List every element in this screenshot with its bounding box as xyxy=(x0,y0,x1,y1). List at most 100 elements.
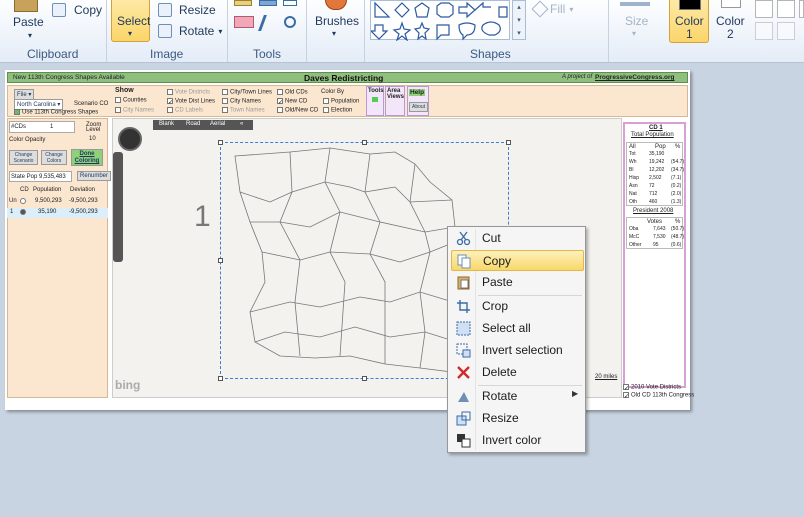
map-nav-compass[interactable] xyxy=(118,127,142,151)
table-cell: 95 xyxy=(653,242,659,248)
vote-districts-checkbox[interactable]: ✓ 2010 Vote Districts xyxy=(623,384,681,392)
table-cell: 460 xyxy=(649,199,658,205)
change-colors-button[interactable]: Change Colors xyxy=(41,150,67,165)
color-by-election[interactable]: Election xyxy=(323,107,352,114)
help-box[interactable]: Help About xyxy=(407,86,429,116)
table-cell: Wh xyxy=(629,159,637,165)
color2-button[interactable]: Color 2 xyxy=(712,0,750,43)
palette-swatch[interactable] xyxy=(777,22,795,40)
menu-item-invert-color[interactable]: Invert color xyxy=(451,430,584,451)
menu-item-delete[interactable]: Delete xyxy=(451,362,584,383)
shapes-scroll[interactable]: ▴ ▾ ▾ xyxy=(512,0,526,40)
divider xyxy=(306,0,307,62)
show-cd-labels[interactable]: CD Labels xyxy=(167,107,203,114)
invert-selection-icon xyxy=(456,343,471,358)
fill-bucket-icon[interactable] xyxy=(259,0,277,6)
brushes-button[interactable]: Brushes ▾ xyxy=(311,0,361,42)
eraser-icon[interactable] xyxy=(234,16,254,28)
zoom-slider[interactable] xyxy=(113,152,123,262)
color1-swatch xyxy=(679,0,701,10)
table-cell: Hisp xyxy=(629,175,640,181)
magnifier-icon[interactable] xyxy=(284,16,296,28)
menu-item-paste[interactable]: Paste xyxy=(451,272,584,293)
area-views-box[interactable]: Area Views xyxy=(385,86,405,116)
menu-item-copy[interactable]: Copy xyxy=(451,250,584,271)
show-counties[interactable]: Counties xyxy=(115,97,147,104)
selection-handle[interactable] xyxy=(218,258,223,263)
selection-handle[interactable] xyxy=(218,140,223,145)
change-scenario-button[interactable]: Change Scenario xyxy=(9,150,38,165)
help-link[interactable]: Help xyxy=(409,89,426,96)
size-icon xyxy=(620,2,650,6)
selection-handle[interactable] xyxy=(506,140,511,145)
selection-handle[interactable] xyxy=(362,376,367,381)
menu-item-select-all[interactable]: Select all xyxy=(451,318,584,339)
select-button[interactable]: Select ▾ xyxy=(111,0,150,42)
table-cell: Oth xyxy=(629,199,638,205)
fill-button[interactable]: Fill ▾ xyxy=(531,0,573,18)
tab-aerial[interactable]: Aerial xyxy=(210,121,225,127)
chevron-down-icon: ▾ xyxy=(128,29,133,38)
show-old-cds[interactable]: Old CDs xyxy=(277,89,308,96)
tab-blank[interactable]: Blank xyxy=(159,121,174,127)
radio-button[interactable] xyxy=(20,209,26,215)
menu-item-cut[interactable]: Cut xyxy=(451,228,584,249)
copy-button[interactable]: Copy xyxy=(52,3,102,17)
menu-item-invert-selection[interactable]: Invert selection xyxy=(451,340,584,361)
shapes-icon xyxy=(369,1,508,42)
shapes-gallery[interactable] xyxy=(369,0,510,42)
show-town-names[interactable]: Town Names xyxy=(222,107,265,114)
menu-item-resize[interactable]: Resize xyxy=(451,408,584,429)
pencil-icon[interactable] xyxy=(234,0,252,6)
cds-control[interactable]: #CDs 1 xyxy=(9,121,75,133)
palette-swatch[interactable] xyxy=(777,0,795,18)
show-vote-districts[interactable]: Vote Districts xyxy=(167,89,210,96)
group-tools-label: Tools xyxy=(253,47,282,61)
table-cell: (0.6) xyxy=(671,242,682,248)
map-type-bar[interactable]: Blank Road Aerial « xyxy=(153,120,253,130)
state-pop: State Pop 9,535,483 xyxy=(9,171,72,182)
show-vote-dist-lines[interactable]: ✓ Vote Dist Lines xyxy=(167,98,215,106)
show-city-town-lines[interactable]: City/Town Lines xyxy=(222,89,272,96)
show-city-names[interactable]: City Names xyxy=(115,107,154,114)
rotate-button[interactable]: Rotate ▾ xyxy=(158,24,222,38)
table-cell: Tot xyxy=(629,151,636,157)
show-city-names-2[interactable]: City Names xyxy=(222,98,261,105)
show-new-cd[interactable]: ✓ New CD xyxy=(277,98,307,106)
menu-item-rotate[interactable]: Rotate ▶ xyxy=(451,386,584,407)
tab-road[interactable]: Road xyxy=(186,121,200,127)
table-row[interactable]: Un 9,500,293 -9,500,293 xyxy=(7,197,108,207)
resize-button[interactable]: Resize xyxy=(158,3,216,17)
show-old-new-cd[interactable]: Old/New CD xyxy=(277,107,318,114)
paste-button[interactable]: Paste ▾ xyxy=(6,0,48,44)
progressive-congress-link[interactable]: ProgressiveCongress.org xyxy=(595,74,674,81)
table-row[interactable]: 1 35,190 -9,500,293 xyxy=(7,208,108,218)
text-tool-icon[interactable] xyxy=(283,0,297,6)
color-picker-icon[interactable] xyxy=(258,15,278,31)
use-113-checkbox[interactable]: Use 113th Congress Shapes xyxy=(14,109,98,116)
divider xyxy=(608,0,609,62)
color1-button[interactable]: Color 1 xyxy=(669,0,709,43)
selection-handle[interactable] xyxy=(362,140,367,145)
palette-swatch[interactable] xyxy=(755,22,773,40)
renumber-button[interactable]: Renumber xyxy=(77,171,112,181)
table-cell: 72 xyxy=(649,183,655,189)
select-all-icon xyxy=(456,321,471,336)
selection-handle[interactable] xyxy=(218,376,223,381)
canvas-image[interactable]: New 113th Congress Shapes Available Dave… xyxy=(5,70,694,410)
about-button[interactable]: About xyxy=(409,102,429,112)
tools-box[interactable]: Tools xyxy=(366,86,384,116)
submenu-arrow-icon: ▶ xyxy=(572,389,579,398)
palette-swatch[interactable] xyxy=(799,0,804,18)
menu-item-crop[interactable]: Crop xyxy=(451,296,584,317)
done-coloring-button[interactable]: Done Coloring xyxy=(71,149,103,166)
table-cell: 7,643 xyxy=(653,226,666,232)
fill-icon xyxy=(531,0,549,18)
collapse-icon[interactable]: « xyxy=(240,121,243,127)
old-cd-checkbox[interactable]: ✓ Old CD 113th Congress xyxy=(623,392,694,400)
chevron-down-icon: ▾ xyxy=(332,29,337,38)
radio-button[interactable] xyxy=(20,198,26,204)
color-by-population[interactable]: Population xyxy=(323,98,359,105)
palette-swatch[interactable] xyxy=(755,0,773,18)
size-button[interactable]: Size ▾ xyxy=(614,0,658,42)
